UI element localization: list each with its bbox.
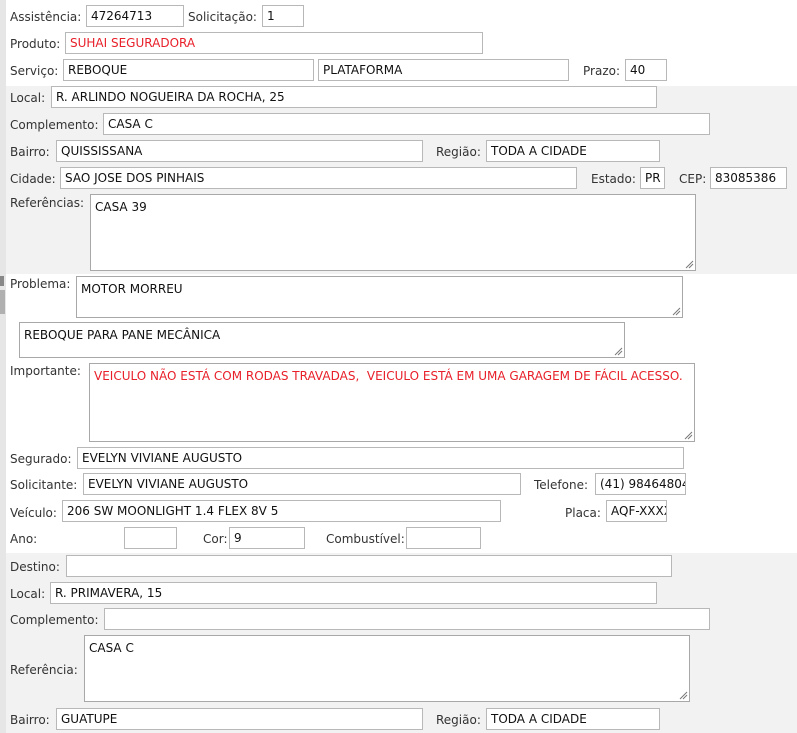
edge-marker (0, 276, 4, 286)
resize-grip-icon[interactable] (684, 431, 693, 440)
estado-field[interactable]: PR (640, 167, 665, 189)
referencia-textarea[interactable]: CASA C (84, 635, 690, 702)
ano-label: Ano: (10, 532, 38, 546)
destino-bairro-field[interactable]: GUATUPE (56, 708, 423, 730)
cidade-field[interactable]: SAO JOSE DOS PINHAIS (60, 167, 577, 189)
local-field[interactable]: R. ARLINDO NOGUEIRA DA ROCHA, 25 (51, 86, 657, 108)
destino-local-field[interactable]: R. PRIMAVERA, 15 (50, 582, 657, 604)
placa-field[interactable]: AQF-XXXX (606, 500, 667, 522)
resize-grip-icon[interactable] (679, 691, 688, 700)
problema-textarea[interactable]: MOTOR MORREU (76, 276, 683, 318)
solicitacao-label: Solicitação: (188, 10, 257, 24)
regiao-field[interactable]: TODA A CIDADE (486, 140, 660, 162)
veiculo-field[interactable]: 206 SW MOONLIGHT 1.4 FLEX 8V 5 (62, 500, 501, 522)
placa-label: Placa: (565, 506, 601, 520)
resize-grip-icon[interactable] (685, 260, 694, 269)
destino-complemento-field[interactable] (104, 608, 710, 630)
destino-regiao-label: Região: (436, 713, 481, 727)
solicitacao-field[interactable]: 1 (262, 5, 304, 27)
prazo-field[interactable]: 40 (625, 59, 667, 81)
cep-label: CEP: (679, 172, 707, 186)
importante-text: VEICULO NÃO ESTÁ COM RODAS TRAVADAS, VEI… (94, 369, 683, 383)
segurado-field[interactable]: EVELYN VIVIANE AUGUSTO (77, 447, 684, 469)
destino-regiao-field[interactable]: TODA A CIDADE (486, 708, 660, 730)
cep-field[interactable]: 83085386 (710, 167, 787, 189)
estado-label: Estado: (591, 172, 636, 186)
edge-scroll-marker (0, 290, 5, 314)
problema-label: Problema: (10, 277, 71, 291)
regiao-label: Região: (436, 145, 481, 159)
assistencia-label: Assistência: (10, 10, 82, 24)
assistance-form: Assistência: 47264713 Solicitação: 1 Pro… (6, 0, 797, 733)
segurado-label: Segurado: (10, 452, 72, 466)
referencia-label: Referência: (10, 663, 78, 677)
destino-bairro-label: Bairro: (10, 713, 50, 727)
resize-grip-icon[interactable] (672, 307, 681, 316)
problema-detalhe-text: REBOQUE PARA PANE MECÂNICA (24, 328, 221, 342)
produto-field[interactable]: SUHAI SEGURADORA (65, 32, 483, 54)
problema-detalhe-textarea[interactable]: REBOQUE PARA PANE MECÂNICA (19, 322, 625, 358)
importante-label: Importante: (10, 364, 81, 378)
telefone-label: Telefone: (534, 478, 588, 492)
destino-local-label: Local: (10, 587, 46, 601)
destino-label: Destino: (10, 560, 60, 574)
combustivel-label: Combustível: (326, 532, 405, 546)
bairro-field[interactable]: QUISSISSANA (56, 140, 423, 162)
servico-label: Serviço: (10, 64, 59, 78)
assistencia-field[interactable]: 47264713 (86, 5, 184, 27)
produto-label: Produto: (10, 37, 61, 51)
problema-text: MOTOR MORREU (81, 282, 183, 296)
servico-tipo-field[interactable]: PLATAFORMA (318, 59, 569, 81)
solicitante-label: Solicitante: (10, 478, 78, 492)
prazo-label: Prazo: (583, 64, 620, 78)
referencia-text: CASA C (89, 641, 134, 655)
complemento-field[interactable]: CASA C (103, 113, 710, 135)
local-label: Local: (10, 91, 46, 105)
cor-label: Cor: (203, 532, 228, 546)
complemento-label: Complemento: (10, 118, 99, 132)
solicitante-field[interactable]: EVELYN VIVIANE AUGUSTO (83, 473, 521, 495)
telefone-field[interactable]: (41) 984648042 (595, 473, 686, 495)
cor-field[interactable]: 9 (229, 527, 305, 549)
resize-grip-icon[interactable] (614, 347, 623, 356)
referencias-text: CASA 39 (95, 200, 147, 214)
servico-field[interactable]: REBOQUE (63, 59, 314, 81)
ano-field[interactable] (124, 527, 177, 549)
bairro-label: Bairro: (10, 145, 50, 159)
combustivel-field[interactable] (406, 527, 481, 549)
referencias-label: Referências: (10, 196, 85, 210)
cidade-label: Cidade: (10, 172, 56, 186)
destino-field[interactable] (66, 555, 672, 577)
destino-complemento-label: Complemento: (10, 613, 99, 627)
importante-textarea[interactable]: VEICULO NÃO ESTÁ COM RODAS TRAVADAS, VEI… (89, 363, 695, 442)
referencias-textarea[interactable]: CASA 39 (90, 194, 696, 271)
veiculo-label: Veículo: (10, 506, 57, 520)
